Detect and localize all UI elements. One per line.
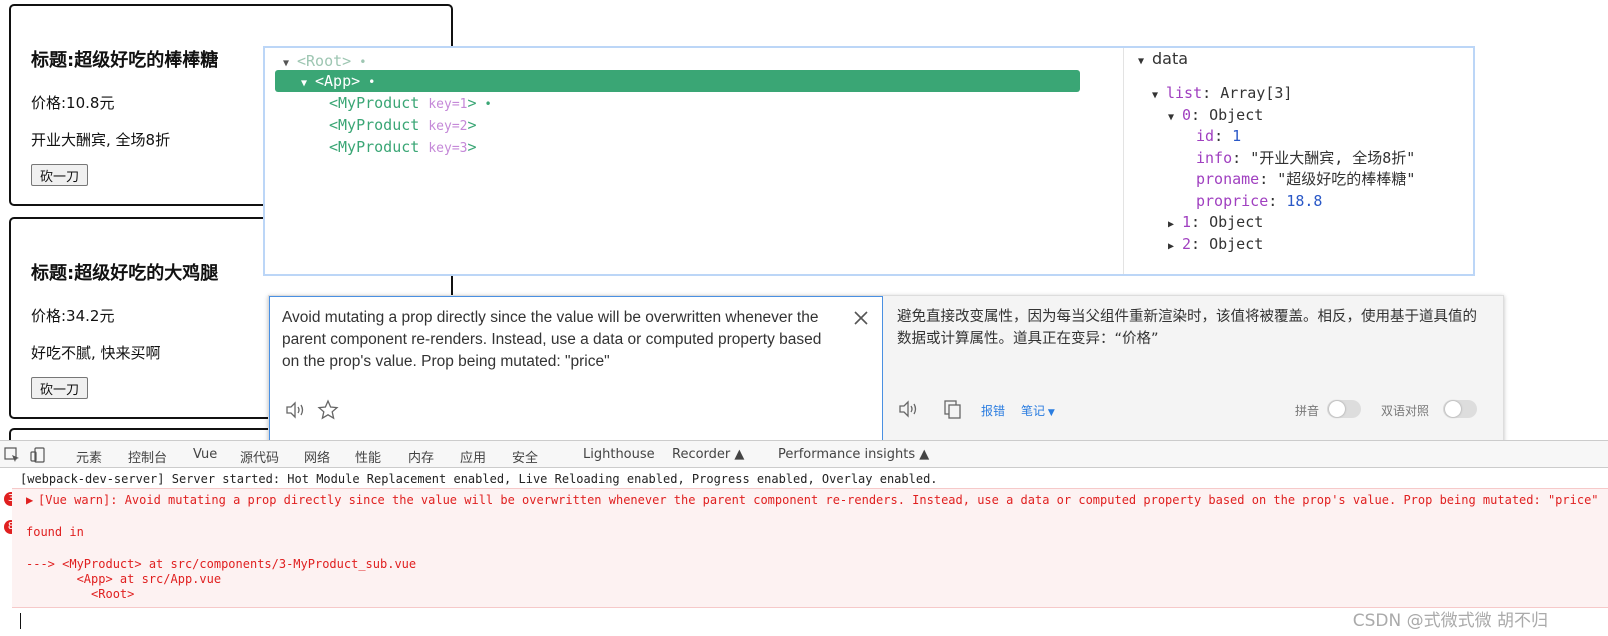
expand-arrow-icon[interactable]: ▼ <box>1138 51 1152 73</box>
speaker-icon[interactable] <box>897 398 919 420</box>
caret-down-icon: ▼ <box>1045 408 1055 418</box>
tab-console[interactable]: 控制台 <box>128 447 167 466</box>
cut-price-button[interactable]: 砍一刀 <box>31 377 89 399</box>
notes-dropdown[interactable]: 笔记 ▼ <box>1021 402 1055 419</box>
toggle-knob <box>1445 401 1461 417</box>
console-info-line: [webpack-dev-server] Server started: Hot… <box>20 472 938 486</box>
tree-node-myproduct[interactable]: <MyProduct key=3> <box>329 136 477 158</box>
collapse-arrow-icon[interactable]: ▶ <box>1168 236 1182 258</box>
tree-node-app[interactable]: ▼ <App> • <box>275 70 1080 92</box>
tab-application[interactable]: 应用 <box>460 447 486 466</box>
dot-icon: • <box>484 97 492 111</box>
inspect-element-icon[interactable] <box>4 447 20 463</box>
tab-lighthouse[interactable]: Lighthouse <box>583 447 655 462</box>
data-section-header[interactable]: ▼ data <box>1138 48 1188 70</box>
report-error-link[interactable]: 报错 <box>981 402 1005 419</box>
tab-security[interactable]: 安全 <box>512 447 538 466</box>
state-field-row: proname: "超级好吃的棒棒糖" <box>1196 170 1416 188</box>
speaker-icon[interactable] <box>284 399 306 421</box>
state-item-row[interactable]: ▼ 0: Object <box>1168 104 1263 126</box>
tab-elements[interactable]: 元素 <box>76 447 102 466</box>
source-text: Avoid mutating a prop directly since the… <box>282 309 822 370</box>
translated-text: 避免直接改变属性，因为每当父组件重新渲染时，该值将被覆盖。相反，使用基于道具值的… <box>897 309 1477 347</box>
notes-label: 笔记 <box>1021 404 1046 418</box>
tab-network[interactable]: 网络 <box>304 447 330 466</box>
tab-vue[interactable]: Vue <box>193 447 217 462</box>
dot-icon: • <box>359 55 367 69</box>
tree-node-myproduct[interactable]: <MyProduct key=1> • <box>329 92 492 114</box>
state-item-row[interactable]: ▶ 1: Object <box>1168 211 1263 233</box>
devtools-tab-bar: 元素 控制台 Vue 源代码 网络 性能 内存 应用 安全 Lighthouse… <box>0 440 1608 468</box>
expand-arrow-icon[interactable]: ▶ <box>26 493 33 507</box>
trace-line: <App> at src/App.vue <box>26 572 222 586</box>
console-input-caret[interactable] <box>20 613 21 629</box>
expand-arrow-icon[interactable]: ▼ <box>1152 85 1166 107</box>
found-in-label: found in <box>26 525 84 539</box>
state-list-row[interactable]: ▼ list: Array[3] <box>1152 82 1292 104</box>
device-toolbar-icon[interactable] <box>30 447 46 463</box>
bilingual-label: 双语对照 <box>1381 404 1430 418</box>
pinyin-label: 拼音 <box>1295 404 1320 418</box>
tab-memory[interactable]: 内存 <box>408 447 434 466</box>
state-inspector: ▼ data ▼ list: Array[3] ▼ 0: Object id: 1 i… <box>1123 48 1473 274</box>
trace-line: <Root> <box>26 587 135 601</box>
pinyin-toggle[interactable] <box>1327 400 1361 418</box>
tab-performance-insights[interactable]: Performance insights ▲ <box>778 447 929 462</box>
expand-arrow-icon[interactable]: ▼ <box>1168 107 1182 129</box>
vue-devtools-panel: ▼ <Root> • ▼ <App> • <MyProduct key=1> • <MyP… <box>263 46 1475 276</box>
source-text-box[interactable]: Avoid mutating a prop directly since the… <box>269 296 883 453</box>
trace-line: ---> <MyProduct> at src/components/3-MyP… <box>26 557 417 571</box>
tab-sources[interactable]: 源代码 <box>240 447 279 466</box>
bilingual-toggle[interactable] <box>1443 400 1477 418</box>
tree-node-root[interactable]: ▼ <Root> • <box>283 50 366 72</box>
state-field-row: id: 1 <box>1196 127 1242 145</box>
toggle-knob <box>1329 401 1345 417</box>
state-field-row: info: "开业大酬宾, 全场8折" <box>1196 149 1416 167</box>
root-tag: <Root> <box>297 52 352 70</box>
component-tree: ▼ <Root> • ▼ <App> • <MyProduct key=1> • <MyP… <box>265 48 1123 274</box>
tab-recorder[interactable]: Recorder ▲ <box>672 447 744 462</box>
dot-icon: • <box>368 75 376 89</box>
watermark: CSDN @式微式微 胡不归 <box>1352 611 1548 631</box>
state-item-row[interactable]: ▶ 2: Object <box>1168 233 1263 255</box>
star-icon[interactable] <box>317 399 339 421</box>
state-field-row: proprice: 18.8 <box>1196 192 1323 210</box>
console-error-message[interactable]: ▶ [Vue warn]: Avoid mutating a prop dire… <box>12 488 1608 608</box>
app-tag: <App> <box>315 72 361 90</box>
error-line: [Vue warn]: Avoid mutating a prop direct… <box>38 493 1599 507</box>
cut-price-button[interactable]: 砍一刀 <box>31 164 89 186</box>
expand-arrow-icon[interactable]: ▼ <box>301 73 315 95</box>
tree-node-myproduct[interactable]: <MyProduct key=2> <box>329 114 477 136</box>
copy-icon[interactable] <box>941 398 963 420</box>
close-icon[interactable] <box>852 309 870 327</box>
tab-performance[interactable]: 性能 <box>355 447 381 466</box>
translation-popup: Avoid mutating a prop directly since the… <box>268 295 1504 453</box>
